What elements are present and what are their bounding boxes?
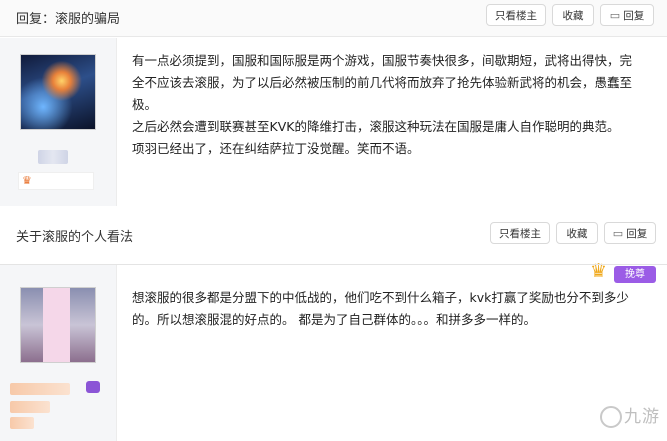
reply-icon: ▭ <box>609 9 621 22</box>
post-2-only-host-button[interactable]: 只看楼主 <box>490 222 550 244</box>
user-info-blurred <box>10 417 34 429</box>
post-1-title: 回复：滚服的骗局 <box>16 12 121 27</box>
user-info-blurred <box>10 401 50 413</box>
logo-icon <box>600 406 622 428</box>
post-1-paragraph: 项羽已经出了，还在纠结萨拉丁没觉醒。笑而不语。 <box>132 141 420 156</box>
reply-icon: ▭ <box>612 227 624 240</box>
post-1-reply-button[interactable]: ▭ 回复 <box>600 4 654 26</box>
avatar[interactable] <box>20 54 96 130</box>
user-tag <box>86 381 100 393</box>
watermark-logo: 九游 <box>600 402 660 428</box>
post-2-user-panel <box>0 265 117 441</box>
post-1-body: ♛ 有一点必须提到，国服和国际服是两个游戏，国服节奏快很多，间歇期短，武将出得快… <box>0 38 667 206</box>
post-1-header: 回复：滚服的骗局 只看楼主 收藏 ▭ 回复 <box>0 0 667 37</box>
post-2-reply-label: 回复 <box>626 228 648 240</box>
username-blurred[interactable] <box>10 383 70 395</box>
post-1-content: 有一点必须提到，国服和国际服是两个游戏，国服节奏快很多，间歇期短，武将出得快，完… <box>132 50 637 160</box>
post-1-paragraph: 之后必然会遭到联赛甚至KVK的降维打击，滚服这种玩法在国服是庸人自作聪明的典范。 <box>132 119 620 134</box>
username-blurred[interactable] <box>38 150 68 164</box>
post-2-body: 想滚服的很多都是分盟下的中低战的，他们吃不到什么箱子，kvk打赢了奖励也分不到多… <box>0 264 667 441</box>
watermark-text: 九游 <box>624 407 660 427</box>
post-1-user-panel: ♛ <box>0 38 117 206</box>
post-2-content: 想滚服的很多都是分盟下的中低战的，他们吃不到什么箱子，kvk打赢了奖励也分不到多… <box>132 287 637 331</box>
post-1-paragraph: 有一点必须提到，国服和国际服是两个游戏，国服节奏快很多，间歇期短，武将出得快，完… <box>132 53 633 112</box>
post-2-header: 关于滚服的个人看法 只看楼主 收藏 ▭ 回复 <box>0 218 667 254</box>
post-1-reply-label: 回复 <box>623 10 645 22</box>
post-2-title: 关于滚服的个人看法 <box>16 230 134 245</box>
post-2-paragraph: 想滚服的很多都是分盟下的中低战的，他们吃不到什么箱子，kvk打赢了奖励也分不到多… <box>132 290 629 327</box>
avatar[interactable] <box>20 287 96 363</box>
crown-icon: ♛ <box>22 174 32 187</box>
post-1-only-host-button[interactable]: 只看楼主 <box>486 4 546 26</box>
post-2-collect-button[interactable]: 收藏 <box>556 222 598 244</box>
user-level-badge: ♛ <box>18 172 94 190</box>
post-1-collect-button[interactable]: 收藏 <box>552 4 594 26</box>
post-2-reply-button[interactable]: ▭ 回复 <box>604 222 656 244</box>
